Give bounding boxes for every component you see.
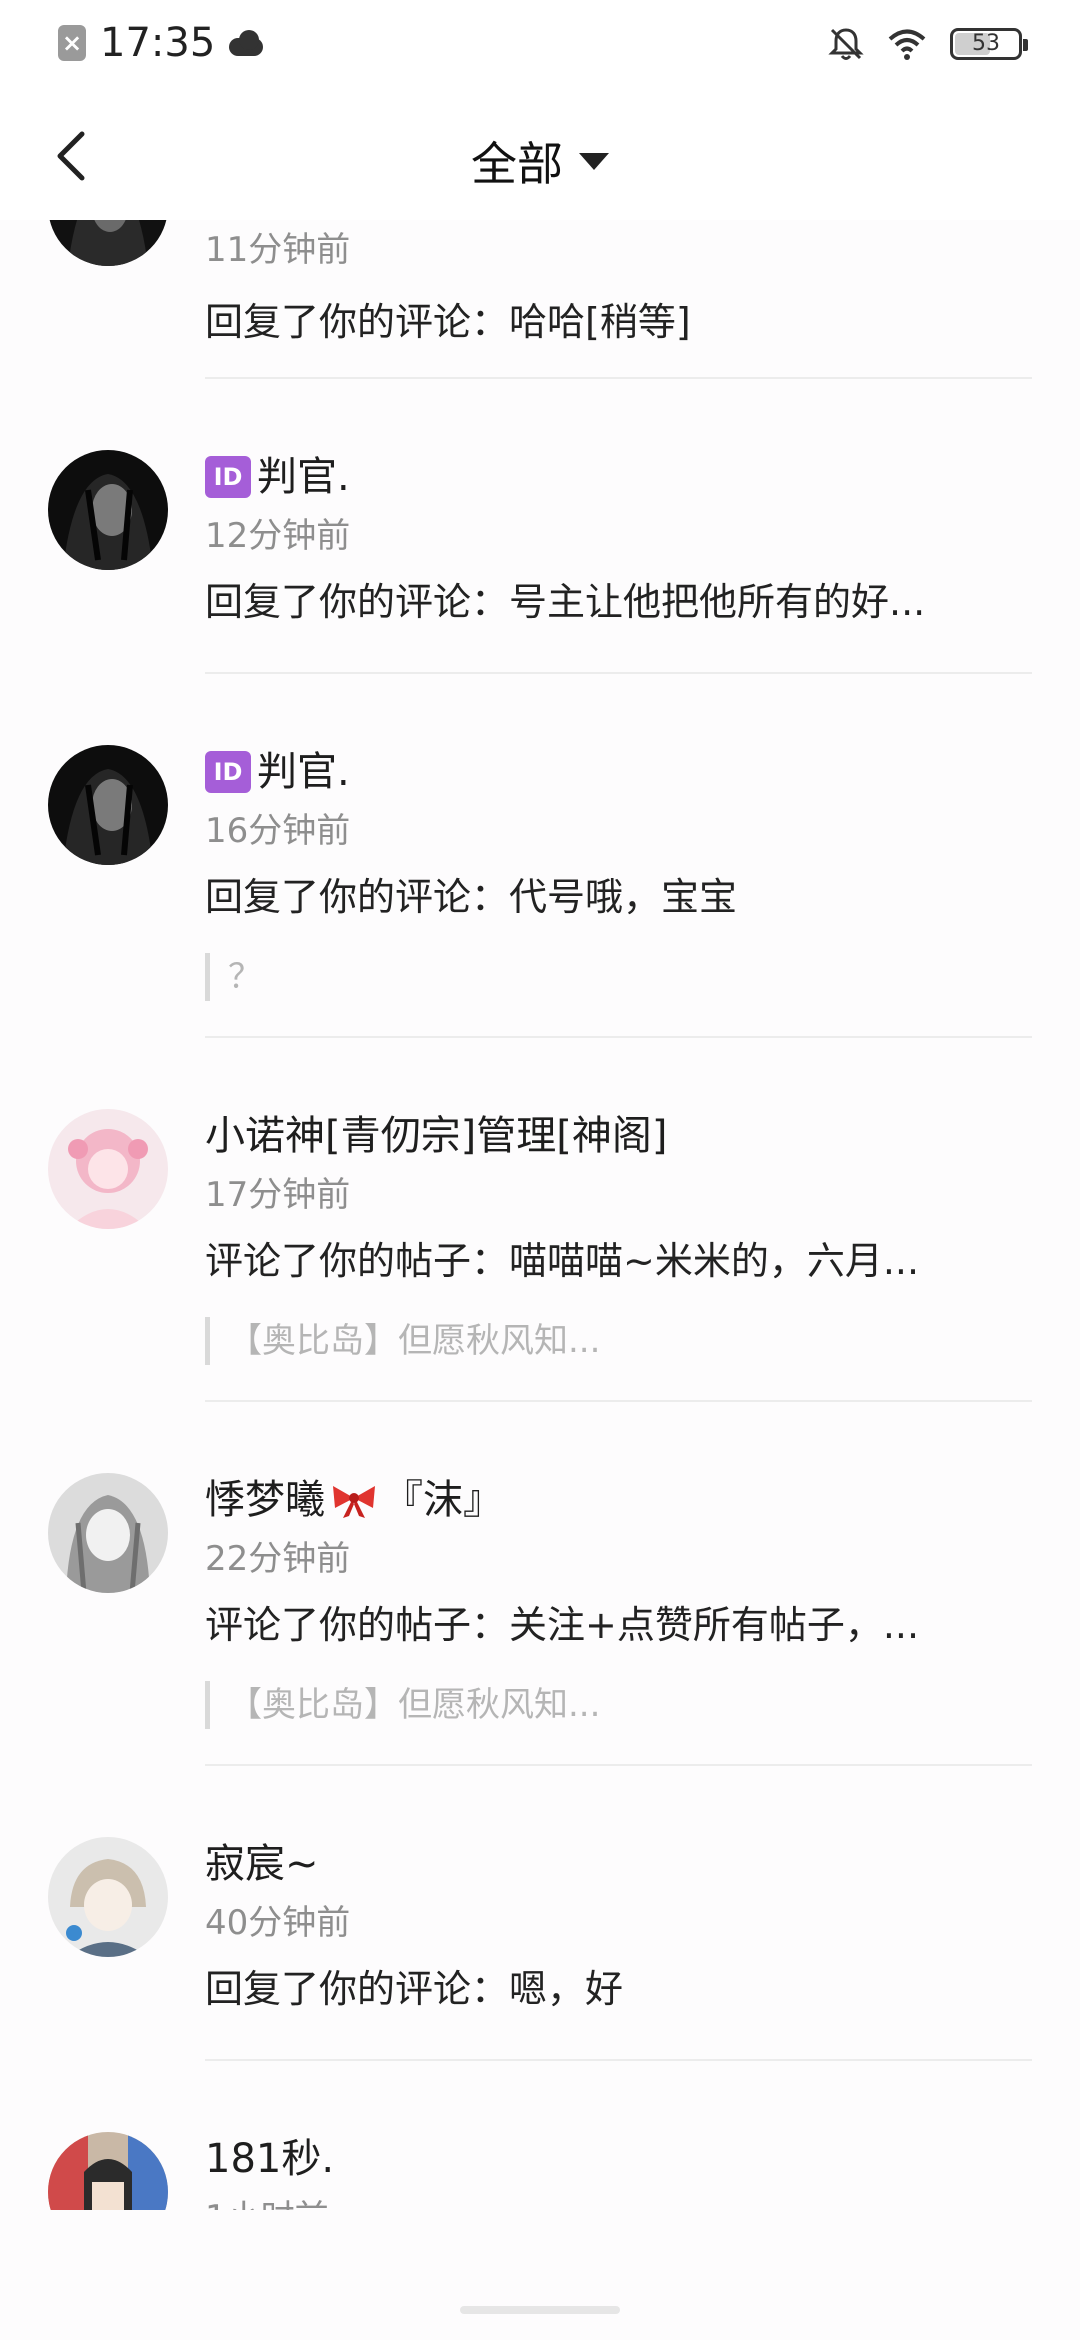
quoted-text: ？ — [205, 953, 1032, 1001]
bottom-area — [0, 2210, 1080, 2340]
user-name-text: 判官. — [257, 749, 350, 795]
notification-item[interactable]: 小诺神[青仞宗]管理[神阁] 17分钟前 评论了你的帖子：喵喵喵~米米的，六月.… — [0, 1037, 1080, 1401]
user-name[interactable]: ID 判官. — [205, 743, 1032, 801]
avatar[interactable] — [48, 450, 168, 570]
ribbon-bow-icon — [333, 1486, 375, 1518]
user-name[interactable]: 小诺神[青仞宗]管理[神阁] — [205, 1107, 1032, 1165]
notification-item[interactable]: ID 判官. 16分钟前 回复了你的评论：代号哦，宝宝 ？ — [0, 673, 1080, 1037]
notification-message: 评论了你的帖子：喵喵喵~米米的，六月... — [205, 1239, 920, 1283]
user-name-text: 悸梦曦 — [205, 1477, 325, 1523]
notification-message: 回复了你的评论：哈哈[稍等] — [205, 300, 691, 344]
notification-item[interactable]: ID 判官. 12分钟前 回复了你的评论：号主让他把他所有的好... — [0, 378, 1080, 673]
id-badge-icon: ID — [205, 751, 251, 793]
status-time: 17:35 — [100, 20, 216, 66]
user-name-suffix: 『沫』 — [383, 1477, 503, 1523]
avatar[interactable] — [48, 1109, 168, 1229]
bell-off-icon — [828, 28, 864, 60]
gesture-bar[interactable] — [460, 2306, 620, 2314]
battery-indicator: 53 — [950, 28, 1028, 60]
id-badge-icon: ID — [205, 456, 251, 498]
notification-item[interactable]: 悸梦曦 『沫』 22分钟前 评论了你的帖子：关注+点赞所有帖子，... 【奥比岛… — [0, 1401, 1080, 1765]
notification-message: 回复了你的评论：代号哦，宝宝 — [205, 875, 738, 919]
avatar[interactable] — [48, 2132, 168, 2210]
notification-list[interactable]: 11分钟前 回复了你的评论：哈哈[稍等] ID 判官. 12分钟前 回复了你的评… — [0, 220, 1080, 2210]
user-name-text: 判官. — [257, 454, 350, 500]
user-name[interactable]: ID 判官. — [205, 448, 1032, 506]
avatar[interactable] — [48, 1837, 168, 1957]
avatar[interactable] — [48, 745, 168, 865]
notification-item[interactable]: 寂宸~ 40分钟前 回复了你的评论：嗯，好 — [0, 1765, 1080, 2060]
notification-time: 11分钟前 — [205, 230, 351, 270]
caret-down-icon — [579, 152, 609, 170]
notification-time: 22分钟前 — [205, 1539, 351, 1579]
user-name[interactable]: 寂宸~ — [205, 1835, 1032, 1893]
page-title: 全部 — [471, 137, 563, 191]
avatar[interactable] — [48, 220, 168, 266]
notification-time: 1小时前 — [205, 2188, 1032, 2210]
close-x-icon: × — [58, 25, 86, 61]
user-name[interactable]: 181秒. — [205, 2130, 1032, 2188]
avatar[interactable] — [48, 1473, 168, 1593]
cloud-icon — [227, 28, 265, 58]
wifi-icon — [888, 29, 926, 60]
notification-time: 40分钟前 — [205, 1903, 351, 1943]
notification-message: 回复了你的评论：号主让他把他所有的好... — [205, 580, 926, 624]
notification-message: 回复了你的评论：嗯，好 — [205, 1967, 624, 2011]
quoted-post[interactable]: 【奥比岛】但愿秋风知... — [205, 1317, 1032, 1365]
notification-item[interactable]: 181秒. 1小时前 — [0, 2060, 1080, 2210]
user-name[interactable]: 悸梦曦 『沫』 — [205, 1471, 1032, 1529]
notification-time: 16分钟前 — [205, 811, 351, 851]
quoted-post[interactable]: 【奥比岛】但愿秋风知... — [205, 1681, 1032, 1729]
status-bar: × 17:35 53 — [0, 0, 1080, 90]
header: 全部 — [0, 90, 1080, 220]
notification-message: 评论了你的帖子：关注+点赞所有帖子，... — [205, 1603, 920, 1647]
filter-dropdown[interactable]: 全部 — [0, 128, 1080, 194]
notification-time: 12分钟前 — [205, 516, 351, 556]
notification-time: 17分钟前 — [205, 1175, 351, 1215]
battery-level: 53 — [972, 31, 1000, 56]
